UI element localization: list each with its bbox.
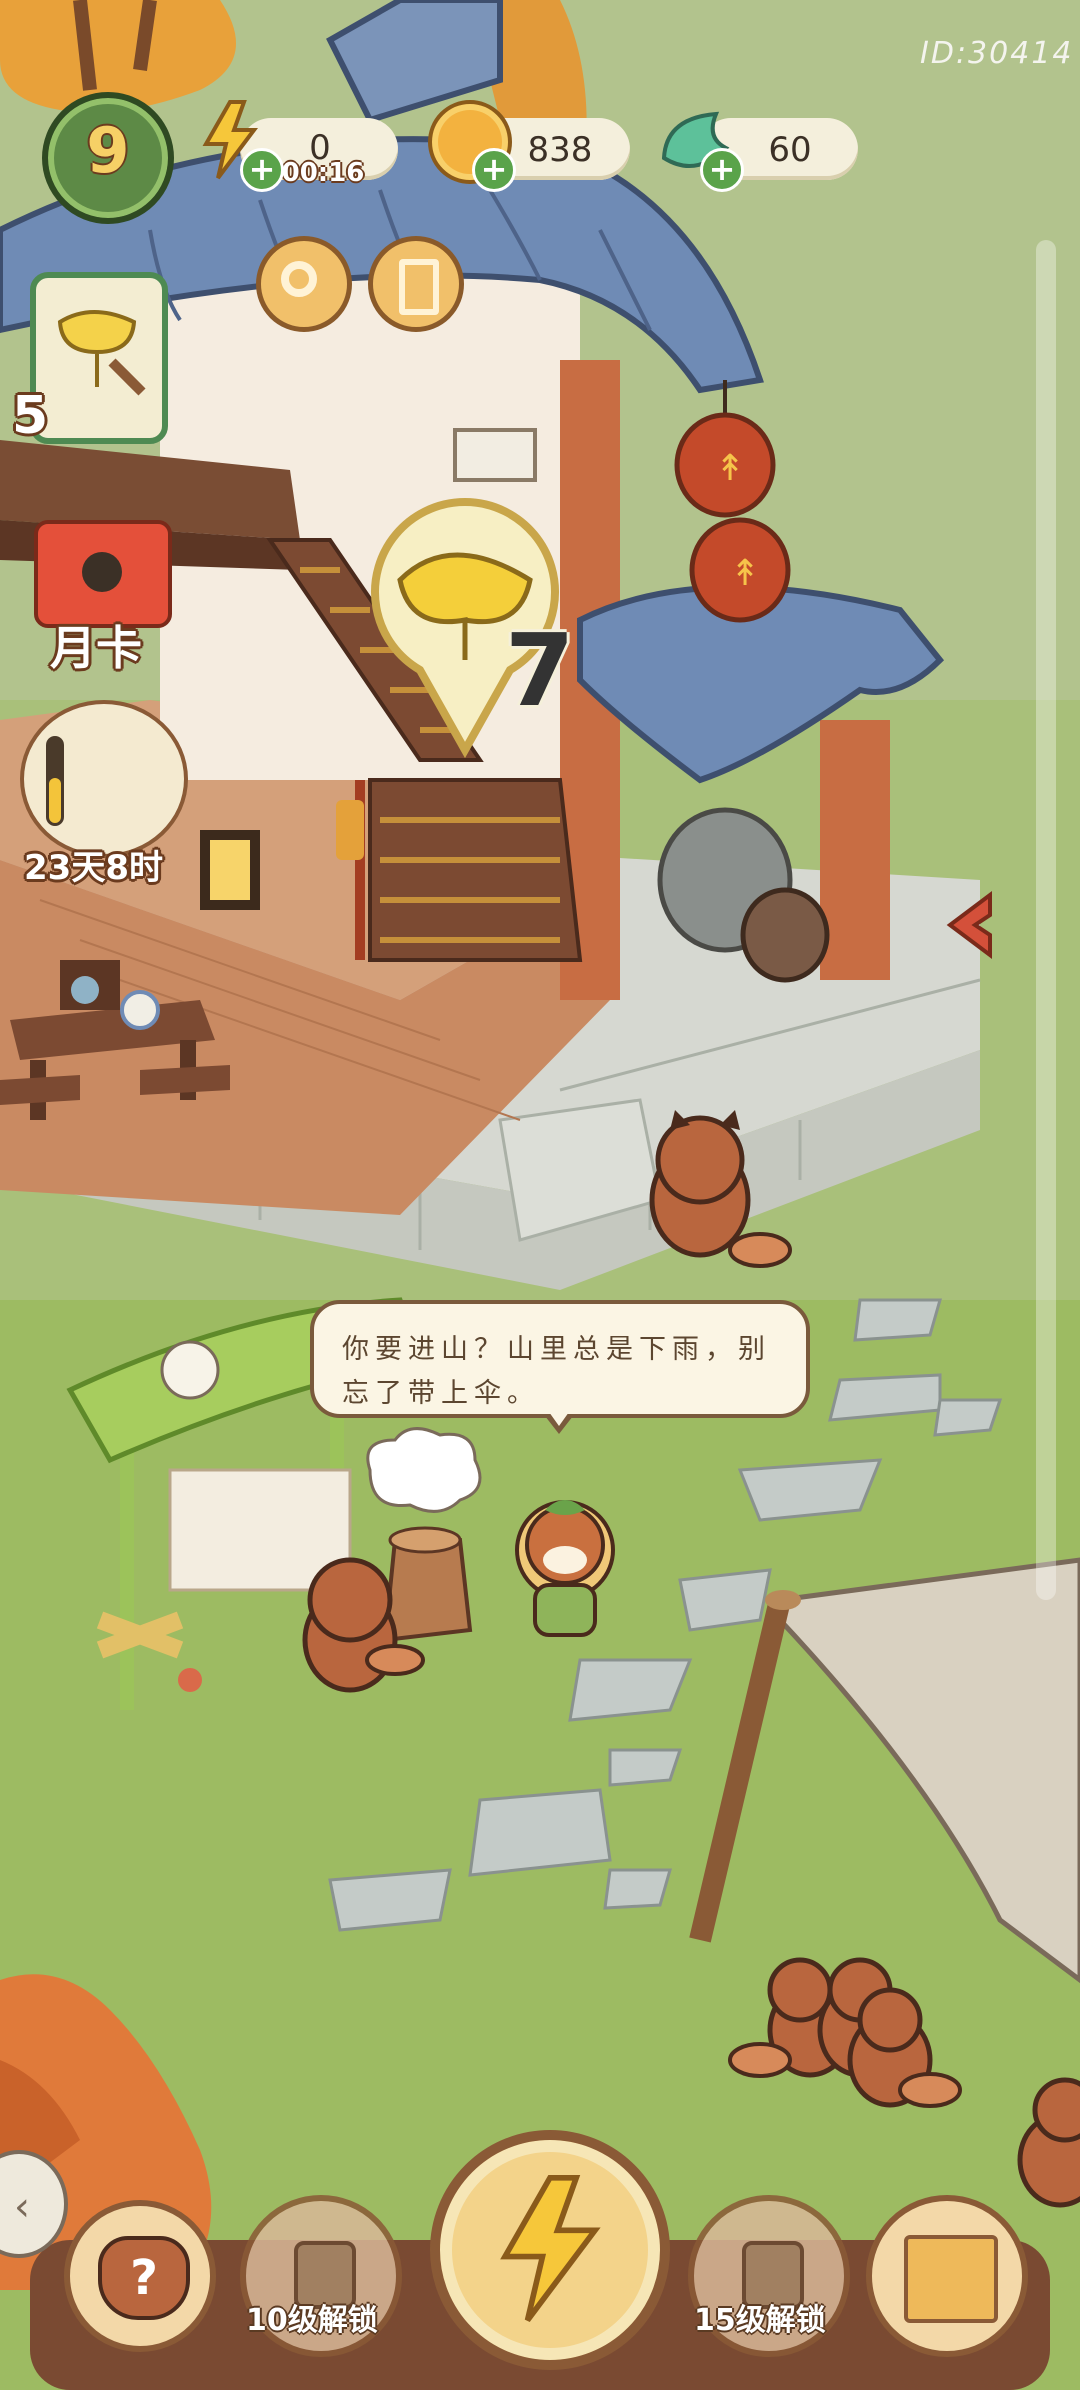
coin-value: 838 [527,130,593,170]
add-energy-button[interactable]: + [240,148,284,192]
center-energy-button[interactable] [430,2130,670,2370]
event-progress-fill [49,778,61,823]
monthly-card-label: 月卡 [50,621,142,675]
player-id: ID:30414 [920,36,1074,71]
energy-timer: 00:16 [281,158,365,188]
map-button[interactable] [866,2195,1028,2357]
ginkgo-leaf-icon [57,310,146,396]
book-icon [399,259,439,315]
event-timer: 23天8时 [24,848,163,888]
paw-map-icon [904,2235,998,2323]
ginkgo-quest-button[interactable] [30,272,168,444]
journal-button[interactable] [368,236,464,332]
event-button[interactable] [20,700,188,858]
ginkgo-marker-count: 7 [505,612,575,729]
leaf-value: 60 [768,130,812,170]
add-coins-button[interactable]: + [472,148,516,192]
level-badge[interactable]: 9 [42,92,174,224]
level-number: 9 [86,114,130,187]
lock-label-10: 10级解锁 [246,2303,378,2338]
npc-speech-text: 你要进山？山里总是下雨，别忘了带上伞。 [342,1334,771,1409]
svg-text:↟: ↟ [730,553,760,594]
question-cat-icon: ? [98,2236,190,2320]
back-arrow-icon: ‹ [14,2184,30,2230]
video-play-icon [82,552,122,592]
lock-label-15: 15级解锁 [694,2303,826,2338]
ginkgo-quest-count: 5 [12,386,49,446]
speech-tail-fill [549,1412,569,1426]
add-leaves-button[interactable]: + [700,148,744,192]
help-button[interactable]: ? [64,2200,216,2352]
svg-text:↟: ↟ [715,448,745,489]
gear-icon [281,261,317,297]
scroll-track[interactable] [1036,240,1056,1600]
settings-button[interactable] [256,236,352,332]
lightning-icon [500,2174,601,2322]
npc-speech-bubble[interactable]: 你要进山？山里总是下雨，别忘了带上伞。 [310,1300,810,1418]
expand-arrow-icon[interactable] [940,890,1000,960]
